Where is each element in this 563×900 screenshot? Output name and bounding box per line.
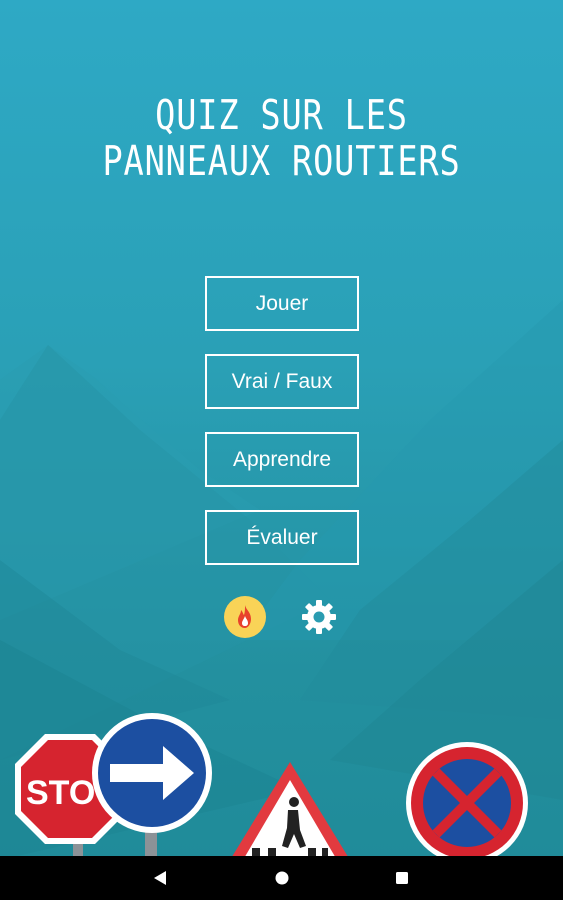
app-title: QUIZ SUR LES PANNEAUX ROUTIERS	[0, 92, 563, 184]
recents-icon	[396, 872, 408, 884]
no-stopping-sign	[406, 742, 528, 860]
nav-back-button[interactable]	[146, 864, 174, 892]
learn-button[interactable]: Apprendre	[205, 432, 359, 487]
stop-sign-text: STO	[26, 774, 95, 812]
icon-row	[222, 596, 344, 638]
road-signs-illustration: STO	[15, 713, 528, 860]
pedestrian-crossing-sign	[230, 762, 350, 860]
play-button[interactable]: Jouer	[205, 276, 359, 331]
main-menu: Jouer Vrai / Faux Apprendre Évaluer	[205, 276, 359, 588]
streak-button[interactable]	[224, 596, 266, 638]
back-icon	[154, 871, 166, 885]
nav-home-button[interactable]	[268, 864, 296, 892]
fire-icon	[238, 605, 251, 628]
nav-recents-button[interactable]	[388, 864, 416, 892]
title-line-1: QUIZ SUR LES	[155, 91, 408, 139]
title-line-2: PANNEAUX ROUTIERS	[102, 137, 461, 185]
true-false-button[interactable]: Vrai / Faux	[205, 354, 359, 409]
evaluate-button[interactable]: Évaluer	[205, 510, 359, 565]
gear-icon	[302, 600, 336, 634]
home-screen: QUIZ SUR LES PANNEAUX ROUTIERS Jouer Vra…	[0, 0, 563, 900]
settings-button[interactable]	[298, 596, 340, 638]
system-navigation-bar	[0, 856, 563, 900]
mandatory-direction-sign	[92, 713, 212, 833]
home-icon	[275, 871, 289, 885]
